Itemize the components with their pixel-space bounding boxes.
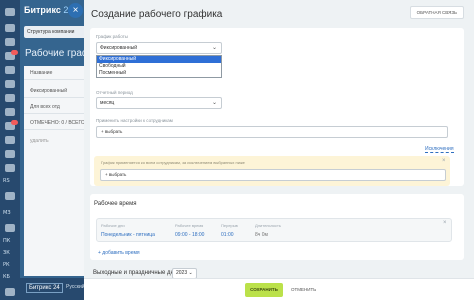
rail-label[interactable]: МЗ <box>3 210 11 216</box>
background-app: Битрикс 24 Структура компании Рабочие гр… <box>20 0 104 300</box>
duration-value: 8ч 0м <box>255 232 268 238</box>
tasks-icon[interactable] <box>5 38 15 46</box>
company-icon[interactable] <box>5 192 15 200</box>
rail-label[interactable]: ПК <box>3 238 10 244</box>
sites-icon[interactable] <box>5 136 15 144</box>
shop-icon[interactable] <box>5 150 15 158</box>
break-col-label: Перерыв <box>221 223 238 228</box>
exceptions-box: График применяется ко всем сотрудникам, … <box>94 156 450 186</box>
feedback-button[interactable]: Обратная связь <box>409 6 464 19</box>
apps-icon[interactable] <box>5 288 15 296</box>
language-selector[interactable]: Русский <box>66 284 85 290</box>
remove-time-icon[interactable]: × <box>443 220 447 226</box>
period-label: Отчетный период <box>96 90 133 95</box>
brand-logo[interactable]: Битрикс 24 <box>24 5 73 15</box>
work-days-value[interactable]: Понедельник - пятница <box>101 232 155 238</box>
work-time-value[interactable]: 09:00 - 18:00 <box>175 232 204 238</box>
crm-badge <box>11 120 18 125</box>
chevron-down-icon: ⌄ <box>188 270 193 276</box>
rail-label[interactable]: RS <box>3 178 10 184</box>
option-fixed[interactable]: Фиксированный <box>97 56 221 63</box>
cancel-button[interactable]: Отменить <box>287 283 320 297</box>
add-time-link[interactable]: + добавить время <box>98 250 140 256</box>
time-col-label: Рабочее время <box>175 223 204 228</box>
rail-label[interactable]: КБ <box>3 274 10 280</box>
mail-icon[interactable] <box>5 94 15 102</box>
work-time-card: Рабочее время Рабочие дни Рабочее время … <box>90 194 464 260</box>
bottom-bar: Битрикс 24 Русский <box>20 278 85 300</box>
apply-to-picker[interactable]: + выбрать <box>96 126 448 138</box>
duration-col-label: Длительность <box>255 223 281 228</box>
chevron-down-icon: ⌄ <box>211 45 217 51</box>
marketing-icon[interactable] <box>5 224 15 232</box>
left-icon-rail: RS МЗ ПК ЗК РК КБ <box>0 0 20 300</box>
option-free[interactable]: Свободный <box>97 63 221 70</box>
schedule-type-select[interactable]: Фиксированный ⌄ <box>96 42 222 54</box>
holidays-label: Выходные и праздничные дни <box>93 270 178 276</box>
chevron-down-icon: ⌄ <box>211 100 217 106</box>
exceptions-link[interactable]: Исключения <box>425 146 454 153</box>
schedule-type-dropdown: Фиксированный Свободный Посменный <box>96 55 222 78</box>
apply-to-label: Применить настройки к сотрудникам <box>96 118 173 123</box>
days-col-label: Рабочие дни <box>101 223 125 228</box>
slider-footer: Сохранить Отменить <box>84 278 474 300</box>
slider-title: Создание рабочего графика <box>91 9 223 20</box>
break-value[interactable]: 01:00 <box>221 232 234 238</box>
exceptions-note: График применяется ко всем сотрудникам, … <box>101 160 245 165</box>
rail-label[interactable]: РК <box>3 262 10 268</box>
close-slider-button[interactable]: × <box>68 3 83 18</box>
add-employees-link[interactable]: + выбрать <box>101 129 122 134</box>
work-time-row: Рабочие дни Рабочее время Перерыв Длител… <box>96 218 452 242</box>
create-schedule-slider: Создание рабочего графика Обратная связь… <box>84 0 474 300</box>
drive-icon[interactable] <box>5 80 15 88</box>
notification-badge <box>11 50 18 55</box>
menu-icon[interactable] <box>5 8 15 16</box>
calendar-icon[interactable] <box>5 66 15 74</box>
period-select[interactable]: месяц ⌄ <box>96 97 222 109</box>
add-exception-link[interactable]: + выбрать <box>105 172 126 177</box>
stream-icon[interactable] <box>5 24 15 32</box>
schedule-type-label: График работы <box>96 34 128 39</box>
bottom-brand[interactable]: Битрикс 24 <box>26 283 63 293</box>
rail-label[interactable]: ЗК <box>3 250 10 256</box>
option-shift[interactable]: Посменный <box>97 70 221 77</box>
exceptions-picker[interactable]: + выбрать <box>100 169 446 181</box>
contact-center-icon[interactable] <box>5 164 15 172</box>
groups-icon[interactable] <box>5 108 15 116</box>
close-icon[interactable]: × <box>442 158 446 164</box>
work-time-title: Рабочее время <box>94 201 137 207</box>
save-button[interactable]: Сохранить <box>245 283 283 297</box>
